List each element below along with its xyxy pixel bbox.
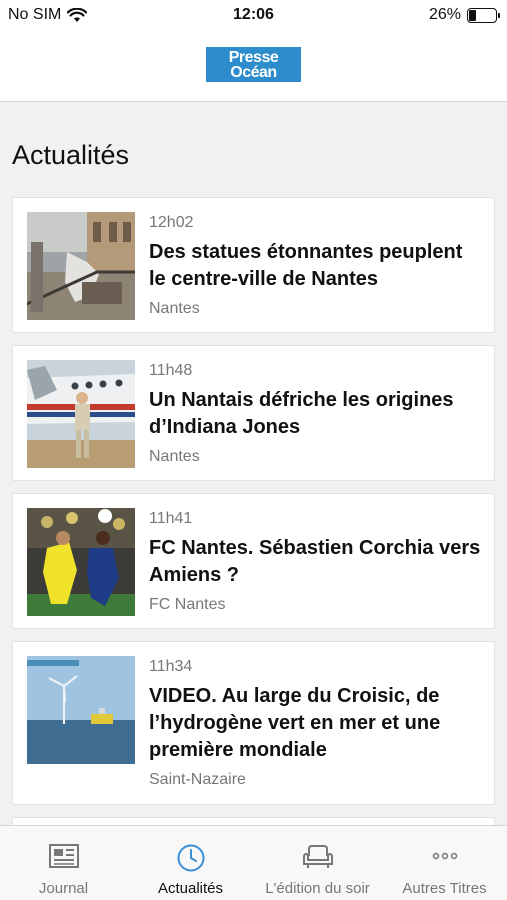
article-time: 12h02 [149,214,194,231]
article-time: 11h41 [149,510,193,527]
bottom-tab-bar: Journal Actualités L'édition du soir Aut… [0,825,507,900]
logo-line-2: Océan [230,64,277,81]
tab-label: Journal [38,880,89,897]
app-header: Presse Océan [0,32,507,102]
tab-edition-du-soir[interactable]: L'édition du soir [254,826,381,900]
battery-percent: 26% [428,6,461,23]
article-category: FC Nantes [149,596,226,613]
tab-journal[interactable]: Journal [0,826,127,900]
article-category: Saint-Nazaire [149,771,246,788]
presse-ocean-logo[interactable]: Presse Océan [206,47,301,82]
tab-label: L'édition du soir [265,880,370,897]
article-title: Des statues étonnantes peuplent le centr… [149,241,463,290]
article-time: 11h34 [149,658,193,675]
article-card[interactable]: 12h02 Des statues étonnantes peuplent le… [12,197,495,333]
article-thumbnail [27,212,135,320]
newspaper-icon [48,844,79,868]
article-thumbnail [27,508,135,616]
article-card[interactable]: 11h34 VIDEO. Au large du Croisic, de l’h… [12,641,495,805]
tab-label: Autres Titres [402,880,487,897]
article-thumbnail [27,656,135,764]
article-card[interactable]: 11h48 Un Nantais défriche les origines d… [12,345,495,481]
article-title: Un Nantais défriche les origines d’India… [149,389,454,438]
article-time: 11h48 [149,362,193,379]
battery-icon [467,7,500,23]
status-bar: No SIM 12:06 26% [0,0,507,32]
article-title: VIDEO. Au large du Croisic, de l’hydrogè… [149,685,441,761]
article-title: FC Nantes. Sébastien Corchia vers Amiens… [149,537,481,586]
logo-line-1: Presse [228,49,279,66]
article-thumbnail [27,360,135,468]
tab-actualites[interactable]: Actualités [127,826,254,900]
tab-autres-titres[interactable]: Autres Titres [381,826,507,900]
article-category: Nantes [149,448,200,465]
article-card[interactable]: 11h41 FC Nantes. Sébastien Corchia vers … [12,493,495,629]
clock-icon [177,844,204,872]
armchair-icon [302,845,333,868]
more-dots-icon [432,852,457,860]
page-title: Actualités [12,140,130,170]
tab-label: Actualités [157,880,224,897]
article-category: Nantes [149,300,200,317]
